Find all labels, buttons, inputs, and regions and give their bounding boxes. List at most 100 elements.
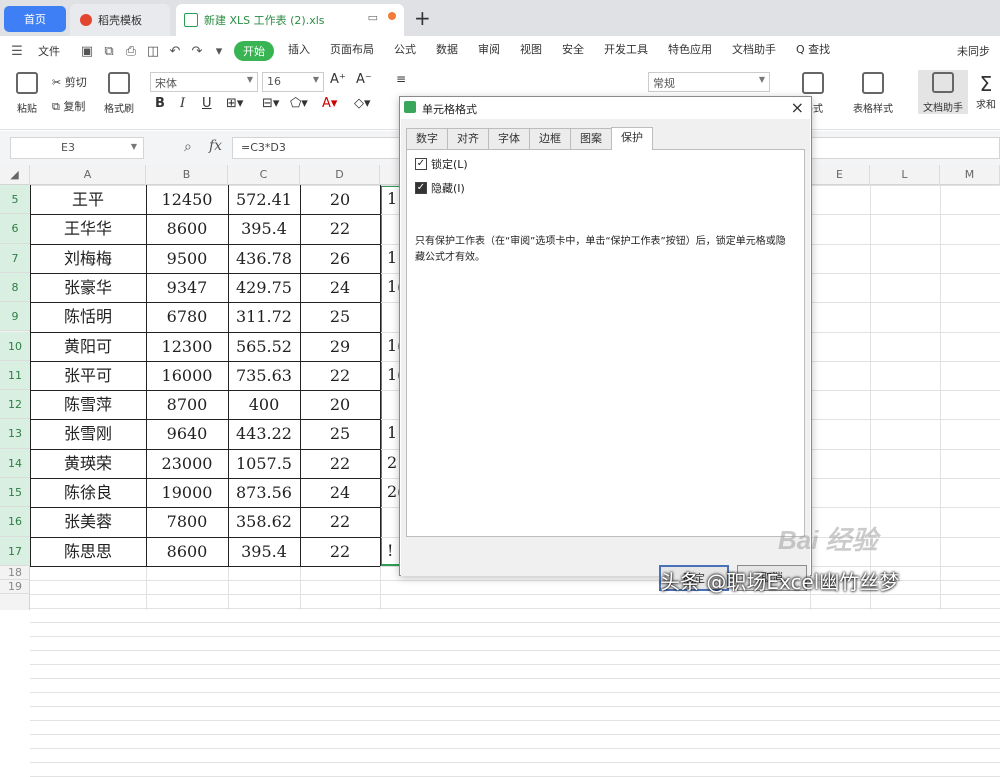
table-cell[interactable]: 358.62 [228, 507, 300, 536]
table-cell[interactable]: 25 [300, 302, 380, 331]
table-cell[interactable]: 黄阳可 [30, 332, 146, 361]
row-header[interactable]: 17 [0, 536, 30, 566]
column-header[interactable]: B [146, 165, 228, 185]
border-icon[interactable]: ⊞▾ [226, 96, 243, 111]
table-cell[interactable]: 张平可 [30, 361, 146, 390]
fx-icon[interactable]: fx [209, 138, 222, 154]
table-cell[interactable]: 8600 [146, 214, 228, 243]
table-cell[interactable]: 王华华 [30, 214, 146, 243]
new-tab-button[interactable]: + [414, 6, 431, 30]
locked-checkbox[interactable]: ✓ 锁定(L) [415, 156, 468, 172]
table-cell[interactable]: 1 [387, 248, 397, 267]
select-all-corner[interactable]: ◢ [0, 165, 30, 185]
table-cell[interactable]: 22 [300, 214, 380, 243]
table-cell[interactable]: 26 [300, 244, 380, 273]
table-cell[interactable]: 22 [300, 537, 380, 566]
tab-template[interactable]: 稻壳模板 [70, 4, 170, 36]
table-cell[interactable]: 436.78 [228, 244, 300, 273]
row-header[interactable]: 7 [0, 243, 30, 273]
undo-icon[interactable]: ↶ [164, 44, 186, 59]
export-icon[interactable]: ⧉ [98, 44, 120, 59]
dialog-tab[interactable]: 字体 [488, 128, 530, 149]
table-cell[interactable]: 张雪刚 [30, 419, 146, 448]
table-cell[interactable]: 1 [387, 423, 397, 442]
name-box[interactable]: E3 ▼ [10, 137, 144, 159]
dialog-tab[interactable]: 对齐 [447, 128, 489, 149]
table-cell[interactable]: 400 [228, 390, 300, 419]
paste-button[interactable]: 粘贴 [6, 72, 48, 115]
cut-button[interactable]: ✂ 剪切 [52, 74, 87, 90]
table-cell[interactable]: 29 [300, 332, 380, 361]
table-cell[interactable]: 黄瑛荣 [30, 449, 146, 478]
print-icon[interactable]: ⎙ [120, 44, 142, 59]
table-cell[interactable]: 443.22 [228, 419, 300, 448]
hidden-checkbox[interactable]: ✓ 隐藏(I) [415, 180, 465, 196]
table-cell[interactable]: 1 [387, 189, 397, 208]
table-cell[interactable]: 19000 [146, 478, 228, 507]
menu-item[interactable]: 开发工具 [594, 41, 658, 61]
row-header[interactable]: 12 [0, 390, 30, 420]
clear-icon[interactable]: ◇▾ [354, 96, 371, 111]
table-cell[interactable]: 6780 [146, 302, 228, 331]
table-cell[interactable]: 572.41 [228, 185, 300, 214]
table-cell[interactable]: 8700 [146, 390, 228, 419]
menu-item[interactable]: 页面布局 [320, 41, 384, 61]
table-cell[interactable]: 873.56 [228, 478, 300, 507]
table-cell[interactable]: 735.63 [228, 361, 300, 390]
menu-item[interactable]: 特色应用 [658, 41, 722, 61]
row-header[interactable]: 14 [0, 448, 30, 478]
dialog-title-bar[interactable]: 单元格格式 × [400, 97, 811, 119]
column-header[interactable]: M [940, 165, 1000, 185]
table-cell[interactable]: 陈雪萍 [30, 390, 146, 419]
column-header[interactable]: L [870, 165, 940, 185]
merge-icon[interactable]: ⊟▾ [262, 96, 279, 111]
table-cell[interactable]: 22 [300, 361, 380, 390]
more-icon[interactable]: ▾ [208, 44, 230, 59]
menu-item[interactable]: 审阅 [468, 41, 510, 61]
table-cell[interactable]: 张美蓉 [30, 507, 146, 536]
table-cell[interactable]: 陈恬明 [30, 302, 146, 331]
row-header[interactable]: 16 [0, 507, 30, 537]
row-header[interactable]: 13 [0, 419, 30, 449]
copy-button[interactable]: ⧉ 复制 [52, 98, 85, 114]
table-cell[interactable]: 7800 [146, 507, 228, 536]
font-family-select[interactable]: 宋体 ▼ [150, 72, 258, 92]
column-header[interactable]: E [810, 165, 870, 185]
dialog-tab[interactable]: 图案 [570, 128, 612, 149]
table-cell[interactable]: 9347 [146, 273, 228, 302]
row-header[interactable]: 19 [0, 580, 30, 594]
table-cell[interactable]: 22 [300, 449, 380, 478]
column-header[interactable]: A [30, 165, 146, 185]
close-icon[interactable]: × [791, 98, 804, 117]
menu-item[interactable]: 开始 [234, 41, 274, 61]
preview-icon[interactable]: ◫ [142, 44, 164, 59]
bold-icon[interactable]: B [155, 96, 165, 111]
menu-item[interactable]: 数据 [426, 41, 468, 61]
menu-item[interactable]: 插入 [278, 41, 320, 61]
doc-helper-button[interactable]: 文档助手 [918, 70, 968, 114]
table-cell[interactable]: 25 [300, 419, 380, 448]
menu-item[interactable]: Q 查找 [786, 41, 840, 61]
italic-icon[interactable]: I [180, 96, 185, 111]
underline-icon[interactable]: U [202, 96, 212, 111]
menu-item[interactable]: 安全 [552, 41, 594, 61]
table-cell[interactable]: 1057.5 [228, 449, 300, 478]
table-style-button[interactable]: 表格样式 [848, 72, 898, 115]
save-icon[interactable]: ▣ [76, 44, 98, 59]
table-cell[interactable]: 16000 [146, 361, 228, 390]
menu-item[interactable]: 视图 [510, 41, 552, 61]
table-cell[interactable]: 23000 [146, 449, 228, 478]
row-header[interactable]: 10 [0, 331, 30, 361]
table-cell[interactable]: 311.72 [228, 302, 300, 331]
row-header[interactable]: 18 [0, 566, 30, 580]
table-cell[interactable]: 429.75 [228, 273, 300, 302]
table-cell[interactable]: 刘梅梅 [30, 244, 146, 273]
table-cell[interactable]: 王平 [30, 185, 146, 214]
table-cell[interactable]: 22 [300, 507, 380, 536]
table-cell[interactable]: 9500 [146, 244, 228, 273]
table-cell[interactable]: 24 [300, 273, 380, 302]
table-cell[interactable]: 565.52 [228, 332, 300, 361]
font-grow-icon[interactable]: A⁺ [330, 72, 346, 87]
row-header[interactable]: 15 [0, 478, 30, 508]
table-cell[interactable]: 张豪华 [30, 273, 146, 302]
